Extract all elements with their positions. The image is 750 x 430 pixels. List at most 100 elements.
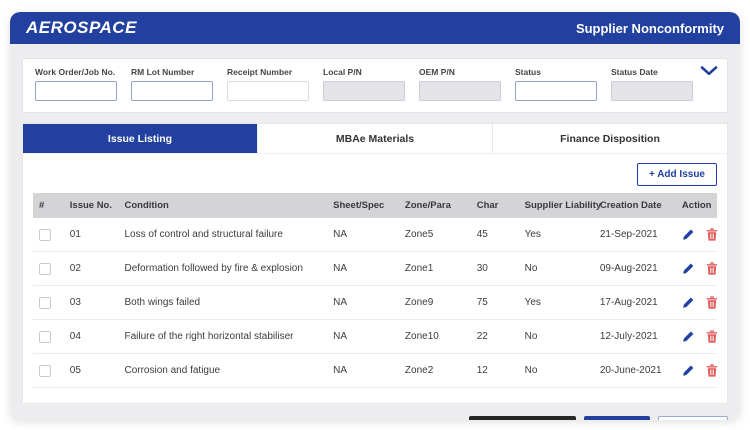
- app-header: AEROSPACE Supplier Nonconformity: [10, 12, 740, 44]
- status-date-input: [611, 81, 693, 101]
- local-pn-input: [323, 81, 405, 101]
- add-issue-button[interactable]: + Add Issue: [637, 163, 717, 186]
- issue-no-cell: 01: [64, 218, 119, 252]
- creation-date-cell: 12-July-2021: [594, 320, 676, 354]
- char-cell: 75: [471, 286, 519, 320]
- tab-finance-disposition[interactable]: Finance Disposition: [493, 124, 727, 153]
- col-header-issue-no: Issue No.: [64, 193, 119, 218]
- oem-pn-input: [419, 81, 501, 101]
- edit-pencil-icon[interactable]: [682, 364, 695, 377]
- sheet-spec-cell: NA: [327, 320, 399, 354]
- tab-bar: Issue Listing MBAe Materials Finance Dis…: [23, 124, 727, 154]
- condition-cell: Both wings failed: [118, 286, 327, 320]
- row-checkbox[interactable]: [39, 263, 51, 275]
- char-cell: 12: [471, 354, 519, 388]
- delete-trash-icon[interactable]: [706, 228, 717, 241]
- work-order-input[interactable]: [35, 81, 117, 101]
- col-header-creation-date: Creation Date: [594, 193, 676, 218]
- zone-para-cell: Zone10: [399, 320, 471, 354]
- col-header-condition: Condition: [118, 193, 327, 218]
- submit-button[interactable]: SUBMIT: [584, 416, 650, 420]
- receipt-number-label: Receipt Number: [227, 67, 309, 77]
- row-checkbox[interactable]: [39, 331, 51, 343]
- row-actions: [682, 228, 711, 241]
- col-header-action: Action: [676, 193, 717, 218]
- issue-no-cell: 05: [64, 354, 119, 388]
- issues-table: # Issue No. Condition Sheet/Spec Zone/Pa…: [33, 193, 717, 388]
- rm-lot-input[interactable]: [131, 81, 213, 101]
- condition-cell: Corrosion and fatigue: [118, 354, 327, 388]
- sheet-spec-cell: NA: [327, 354, 399, 388]
- supplier-liability-cell: No: [519, 320, 594, 354]
- receipt-number-input[interactable]: [227, 81, 309, 101]
- condition-cell: Deformation followed by fire & explosion: [118, 252, 327, 286]
- col-header-supplier-liability: Supplier Liability: [519, 193, 594, 218]
- zone-para-cell: Zone9: [399, 286, 471, 320]
- status-label: Status: [515, 67, 597, 77]
- table-header-row: # Issue No. Condition Sheet/Spec Zone/Pa…: [33, 193, 717, 218]
- creation-date-cell: 21-Sep-2021: [594, 218, 676, 252]
- char-cell: 30: [471, 252, 519, 286]
- zone-para-cell: Zone2: [399, 354, 471, 388]
- table-row: 04 Failure of the right horizontal stabi…: [33, 320, 717, 354]
- local-pn-label: Local P/N: [323, 67, 405, 77]
- chevron-down-icon[interactable]: [700, 66, 718, 76]
- app-window: AEROSPACE Supplier Nonconformity Work Or…: [10, 12, 740, 420]
- delete-trash-icon[interactable]: [706, 296, 717, 309]
- filter-field-status: Status: [515, 67, 597, 101]
- edit-pencil-icon[interactable]: [682, 262, 695, 275]
- sheet-spec-cell: NA: [327, 218, 399, 252]
- status-input[interactable]: [515, 81, 597, 101]
- col-header-zone-para: Zone/Para: [399, 193, 471, 218]
- creation-date-cell: 20-June-2021: [594, 354, 676, 388]
- edit-pencil-icon[interactable]: [682, 330, 695, 343]
- row-checkbox[interactable]: [39, 297, 51, 309]
- footer-actions: SAVE AS DRAFT SUBMIT CANCEL: [22, 416, 728, 420]
- issue-no-cell: 04: [64, 320, 119, 354]
- delete-trash-icon[interactable]: [706, 262, 717, 275]
- tab-issue-listing[interactable]: Issue Listing: [23, 124, 258, 153]
- char-cell: 45: [471, 218, 519, 252]
- sheet-spec-cell: NA: [327, 286, 399, 320]
- creation-date-cell: 17-Aug-2021: [594, 286, 676, 320]
- edit-pencil-icon[interactable]: [682, 296, 695, 309]
- filter-field-receipt-number: Receipt Number: [227, 67, 309, 101]
- table-row: 02 Deformation followed by fire & explos…: [33, 252, 717, 286]
- row-checkbox[interactable]: [39, 229, 51, 241]
- col-header-sheet-spec: Sheet/Spec: [327, 193, 399, 218]
- delete-trash-icon[interactable]: [706, 364, 717, 377]
- cancel-button[interactable]: CANCEL: [658, 416, 728, 420]
- brand-logo: AEROSPACE: [26, 18, 137, 38]
- row-actions: [682, 262, 711, 275]
- issue-no-cell: 02: [64, 252, 119, 286]
- delete-trash-icon[interactable]: [706, 330, 717, 343]
- issue-no-cell: 03: [64, 286, 119, 320]
- supplier-liability-cell: No: [519, 252, 594, 286]
- zone-para-cell: Zone1: [399, 252, 471, 286]
- col-header-char: Char: [471, 193, 519, 218]
- oem-pn-label: OEM P/N: [419, 67, 501, 77]
- sheet-spec-cell: NA: [327, 252, 399, 286]
- condition-cell: Failure of the right horizontal stabilis…: [118, 320, 327, 354]
- table-body: 01 Loss of control and structural failur…: [33, 218, 717, 388]
- row-actions: [682, 330, 711, 343]
- table-row: 01 Loss of control and structural failur…: [33, 218, 717, 252]
- char-cell: 22: [471, 320, 519, 354]
- edit-pencil-icon[interactable]: [682, 228, 695, 241]
- content-panel: Issue Listing MBAe Materials Finance Dis…: [22, 123, 728, 404]
- tab-mbae-materials[interactable]: MBAe Materials: [258, 124, 493, 153]
- filter-field-work-order: Work Order/Job No.: [35, 67, 117, 101]
- table-row: 03 Both wings failed NA Zone9 75 Yes 17-…: [33, 286, 717, 320]
- filter-field-oem-pn: OEM P/N: [419, 67, 501, 101]
- filter-panel: Work Order/Job No. RM Lot Number Receipt…: [22, 58, 728, 113]
- table-toolbar: + Add Issue: [23, 154, 727, 193]
- rm-lot-label: RM Lot Number: [131, 67, 213, 77]
- condition-cell: Loss of control and structural failure: [118, 218, 327, 252]
- zone-para-cell: Zone5: [399, 218, 471, 252]
- page-title: Supplier Nonconformity: [576, 21, 724, 36]
- supplier-liability-cell: Yes: [519, 218, 594, 252]
- save-as-draft-button[interactable]: SAVE AS DRAFT: [469, 416, 576, 420]
- row-checkbox[interactable]: [39, 365, 51, 377]
- filter-field-status-date: Status Date: [611, 67, 693, 101]
- row-actions: [682, 296, 711, 309]
